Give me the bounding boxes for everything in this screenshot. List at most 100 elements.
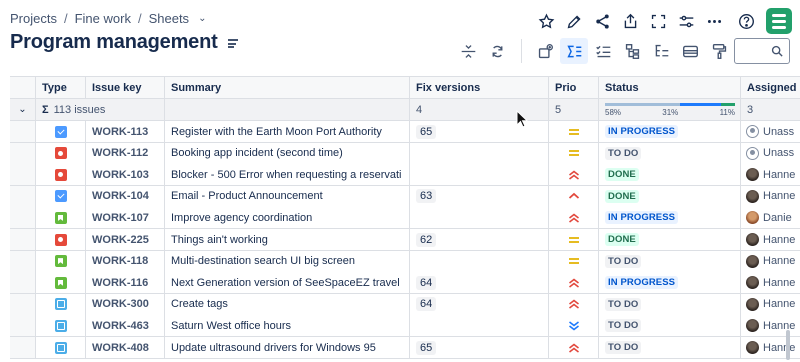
row-gutter[interactable] — [10, 315, 36, 338]
checklist-icon[interactable] — [589, 38, 617, 64]
filter-settings-icon[interactable] — [672, 8, 700, 34]
column-header-fix-versions[interactable]: Fix versions — [410, 77, 549, 99]
summary-cell[interactable]: Blocker - 500 Error when requesting a re… — [165, 164, 410, 187]
column-header-type[interactable]: Type — [36, 77, 86, 99]
priority-cell[interactable] — [549, 250, 599, 273]
issue-key-link[interactable]: WORK-113 — [86, 121, 165, 143]
row-gutter[interactable] — [10, 207, 36, 230]
table-row[interactable]: WORK-408 Update ultrasound drivers for Wi… — [10, 337, 800, 359]
status-cell[interactable]: TO DO — [599, 337, 741, 359]
issue-key-link[interactable]: WORK-116 — [86, 272, 165, 295]
summary-cell[interactable]: Create tags — [165, 293, 410, 316]
app-logo-icon[interactable] — [766, 8, 792, 34]
table-row[interactable]: WORK-113 Register with the Earth Moon Por… — [10, 121, 800, 143]
priority-cell[interactable] — [549, 293, 599, 316]
summary-cell[interactable]: Improve agency coordination — [165, 207, 410, 230]
row-gutter[interactable] — [10, 229, 36, 251]
issue-key-link[interactable]: WORK-300 — [86, 293, 165, 316]
breadcrumb-projects[interactable]: Projects — [10, 11, 57, 26]
fullscreen-icon[interactable] — [644, 8, 672, 34]
status-cell[interactable]: TO DO — [599, 293, 741, 316]
summary-cell[interactable]: Email - Product Announcement — [165, 185, 410, 208]
fix-version-cell[interactable]: 64 — [410, 293, 549, 316]
chevron-down-icon[interactable]: ⌄ — [198, 13, 206, 24]
status-cell[interactable]: TO DO — [599, 142, 741, 165]
export-icon[interactable] — [616, 8, 644, 34]
status-cell[interactable]: IN PROGRESS — [599, 272, 741, 295]
assignee-cell[interactable]: Hanne — [741, 315, 800, 338]
summary-cell[interactable]: Multi-destination search UI big screen — [165, 250, 410, 273]
collapse-rows-icon[interactable] — [454, 38, 482, 64]
insert-field-icon[interactable] — [531, 38, 559, 64]
vertical-scrollbar[interactable] — [786, 330, 790, 360]
table-row[interactable]: WORK-463 Saturn West office hours TO DO Han… — [10, 315, 800, 338]
priority-cell[interactable] — [549, 164, 599, 187]
table-row[interactable]: WORK-300 Create tags 64 TO DO Hanne — [10, 293, 800, 316]
fix-version-cell[interactable] — [410, 250, 549, 273]
title-menu-icon[interactable] — [227, 39, 238, 48]
status-cell[interactable]: TO DO — [599, 315, 741, 338]
issue-key-link[interactable]: WORK-112 — [86, 142, 165, 165]
issue-key-link[interactable]: WORK-408 — [86, 337, 165, 359]
more-icon[interactable] — [700, 8, 728, 34]
assignee-cell[interactable]: Unass — [741, 121, 800, 143]
assignee-cell[interactable]: Hanne — [741, 250, 800, 273]
refresh-icon[interactable] — [483, 38, 511, 64]
fix-version-cell[interactable] — [410, 315, 549, 338]
collapse-toggle[interactable]: ⌄ — [10, 99, 36, 121]
status-cell[interactable]: IN PROGRESS — [599, 121, 741, 143]
issue-key-link[interactable]: WORK-104 — [86, 185, 165, 208]
table-row[interactable]: WORK-107 Improve agency coordination IN PR… — [10, 207, 800, 230]
assignee-cell[interactable]: Hanne — [741, 185, 800, 208]
priority-cell[interactable] — [549, 229, 599, 251]
row-gutter[interactable] — [10, 293, 36, 316]
column-header-assigned[interactable]: Assigned — [741, 77, 800, 99]
status-cell[interactable]: IN PROGRESS — [599, 207, 741, 230]
star-icon[interactable] — [532, 8, 560, 34]
priority-cell[interactable] — [549, 121, 599, 143]
tree-icon[interactable] — [647, 38, 675, 64]
issue-key-link[interactable]: WORK-107 — [86, 207, 165, 230]
breadcrumb-fine-work[interactable]: Fine work — [75, 11, 131, 26]
fix-version-cell[interactable]: 62 — [410, 229, 549, 251]
fix-version-cell[interactable]: 65 — [410, 337, 549, 359]
assignee-cell[interactable]: Hanne — [741, 229, 800, 251]
column-header-summary[interactable]: Summary — [165, 77, 410, 99]
fix-version-cell[interactable]: 65 — [410, 121, 549, 143]
assignee-cell[interactable]: Danie — [741, 207, 800, 230]
chevron-down-icon[interactable]: ⌄ — [18, 104, 26, 115]
hierarchy-icon[interactable] — [618, 38, 646, 64]
table-row[interactable]: WORK-112 Booking app incident (second tim… — [10, 142, 800, 165]
table-row[interactable]: WORK-103 Blocker - 500 Error when request… — [10, 164, 800, 187]
status-cell[interactable]: DONE — [599, 229, 741, 251]
priority-cell[interactable] — [549, 207, 599, 230]
row-gutter[interactable] — [10, 272, 36, 295]
status-cell[interactable]: DONE — [599, 164, 741, 187]
edit-icon[interactable] — [560, 8, 588, 34]
summary-cell[interactable]: Booking app incident (second time) — [165, 142, 410, 165]
row-gutter[interactable] — [10, 185, 36, 208]
column-header-prio[interactable]: Prio — [549, 77, 599, 99]
summary-cell[interactable]: Saturn West office hours — [165, 315, 410, 338]
issue-key-link[interactable]: WORK-463 — [86, 315, 165, 338]
priority-cell[interactable] — [549, 142, 599, 165]
assignee-cell[interactable]: Hanne — [741, 272, 800, 295]
priority-cell[interactable] — [549, 315, 599, 338]
priority-cell[interactable] — [549, 185, 599, 208]
summary-cell[interactable]: Things ain't working — [165, 229, 410, 251]
help-icon[interactable] — [732, 8, 760, 34]
table-row[interactable]: WORK-116 Next Generation version of SeeSp… — [10, 272, 800, 295]
fix-version-cell[interactable] — [410, 142, 549, 165]
fix-version-cell[interactable] — [410, 207, 549, 230]
summary-cell[interactable]: Next Generation version of SeeSpaceEZ tr… — [165, 272, 410, 295]
fix-version-cell[interactable]: 63 — [410, 185, 549, 208]
table-row[interactable]: WORK-104 Email - Product Announcement 63 DO… — [10, 185, 800, 208]
breadcrumb-sheets[interactable]: Sheets — [149, 11, 189, 26]
issue-key-link[interactable]: WORK-225 — [86, 229, 165, 251]
assignee-cell[interactable]: Unass — [741, 142, 800, 165]
column-header-status[interactable]: Status — [599, 77, 741, 99]
assignee-cell[interactable]: Hanne — [741, 164, 800, 187]
priority-cell[interactable] — [549, 272, 599, 295]
search-input[interactable] — [734, 38, 790, 64]
status-cell[interactable]: TO DO — [599, 250, 741, 273]
